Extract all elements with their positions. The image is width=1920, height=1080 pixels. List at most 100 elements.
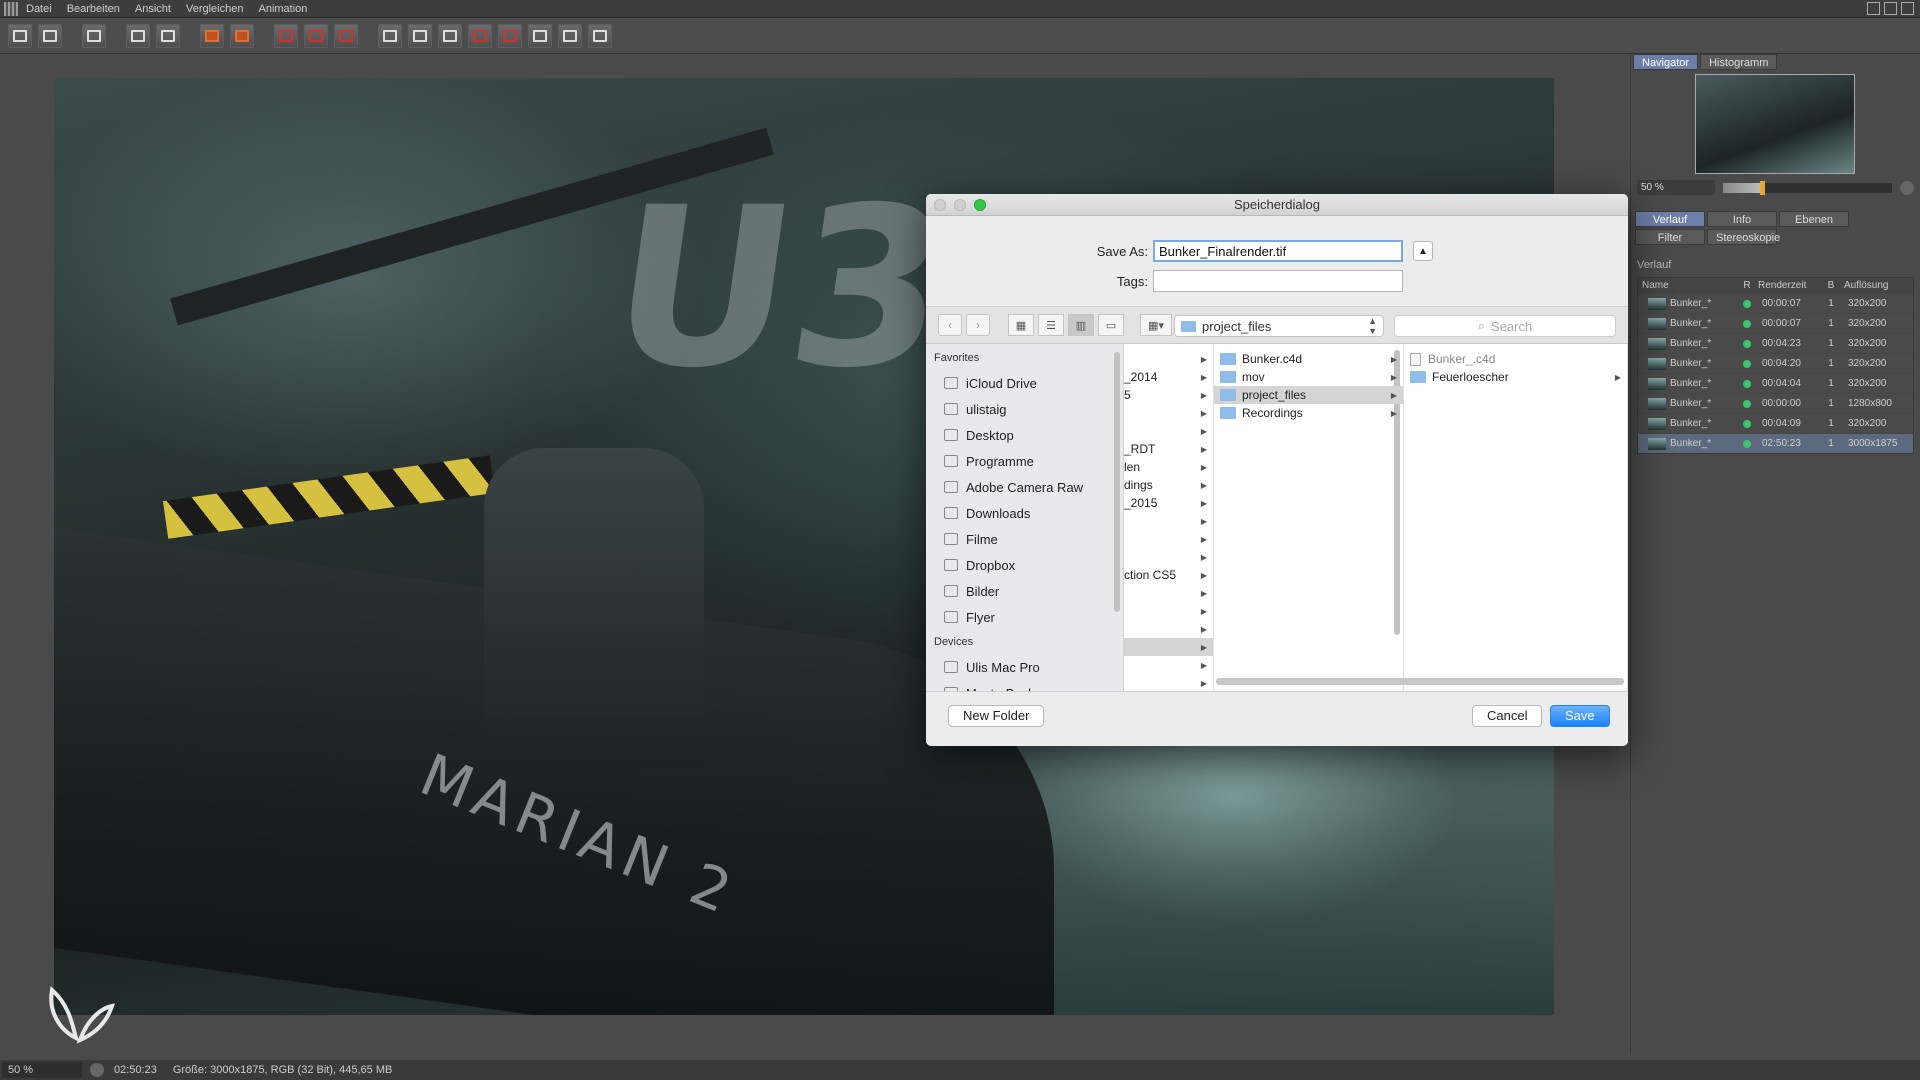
folder-item[interactable]: Bunker.c4d ▶ [1214, 350, 1403, 368]
tab-info[interactable]: Info [1707, 211, 1777, 227]
sidebar-item-flyer[interactable]: Flyer [926, 604, 1123, 630]
frame-button[interactable] [274, 23, 298, 48]
sidebar-item-icloud-drive[interactable]: iCloud Drive [926, 370, 1123, 396]
table-row[interactable]: Bunker_* 00:00:07 1 320x200 [1638, 293, 1913, 313]
save-button[interactable] [38, 23, 62, 48]
window-restore-icon[interactable] [1884, 2, 1897, 15]
table-row[interactable]: Bunker_* 00:04:20 1 320x200 [1638, 353, 1913, 373]
window-zoom-button[interactable] [974, 199, 986, 211]
grid-move-button[interactable] [126, 23, 150, 48]
list-item[interactable]: len ▶ [1124, 458, 1213, 476]
expand-dialog-button[interactable]: ▲ [1413, 241, 1433, 261]
status-zoom-select[interactable]: 50 % [2, 1062, 82, 1078]
zoom-slider-thumb[interactable] [1760, 180, 1766, 195]
sidebar-scrollbar[interactable] [1114, 352, 1120, 612]
panel-toggle-icon[interactable] [1867, 2, 1880, 15]
view-columns-button[interactable]: ▥ [1068, 314, 1094, 336]
col-header-name[interactable]: Name [1638, 278, 1740, 293]
split-view-third-button[interactable] [588, 23, 612, 48]
save-as-input[interactable] [1153, 240, 1403, 262]
list-item[interactable]: ▶ [1124, 602, 1213, 620]
layers-alt-button[interactable] [230, 23, 254, 48]
col-header-r[interactable]: R [1740, 278, 1754, 293]
tab-ebenen[interactable]: Ebenen [1779, 211, 1849, 227]
folder-item[interactable]: project_files ▶ [1214, 386, 1403, 404]
tags-input[interactable] [1153, 270, 1403, 292]
table-row[interactable]: Bunker_* 00:04:04 1 320x200 [1638, 373, 1913, 393]
new-folder-button[interactable]: New Folder [948, 705, 1045, 727]
save-dialog-button[interactable]: Save [1550, 705, 1610, 727]
list-item[interactable]: ▶ [1124, 422, 1213, 440]
compare-alt-button[interactable] [438, 23, 462, 48]
tab-navigator[interactable]: Navigator [1633, 54, 1699, 70]
play-icon[interactable] [90, 1063, 104, 1077]
list-item[interactable]: ▶ [1124, 530, 1213, 548]
frame-record-button[interactable] [334, 23, 358, 48]
list-item[interactable]: ▶ [1124, 656, 1213, 674]
list-item[interactable]: ▶ [1124, 548, 1213, 566]
list-item[interactable]: ▶ [1124, 350, 1213, 368]
list-item[interactable]: 5 ▶ [1124, 386, 1213, 404]
col-header-b[interactable]: B [1822, 278, 1840, 293]
table-row[interactable]: Bunker_* 00:00:07 1 320x200 [1638, 313, 1913, 333]
sidebar-item-filme[interactable]: Filme [926, 526, 1123, 552]
compare-split-button[interactable] [408, 23, 432, 48]
sidebar-item-masterbackup[interactable]: MasterBackup [926, 680, 1123, 691]
compare-ab-button[interactable] [378, 23, 402, 48]
tab-verlauf[interactable]: Verlauf [1635, 211, 1705, 227]
app-icon[interactable] [4, 1, 18, 16]
list-item[interactable]: ▶ [1124, 512, 1213, 530]
split-view-button[interactable] [528, 23, 552, 48]
menu-animation[interactable]: Animation [258, 3, 307, 15]
list-item[interactable]: dings ▶ [1124, 476, 1213, 494]
search-field[interactable]: ⌕ Search [1394, 315, 1616, 337]
tab-stereoskopie[interactable]: Stereoskopie [1707, 229, 1780, 245]
navigator-zoom-slider[interactable] [1723, 180, 1892, 195]
split-view-alt-button[interactable] [558, 23, 582, 48]
list-item[interactable]: ▶ [1124, 620, 1213, 638]
folder-item[interactable]: Recordings ▶ [1214, 404, 1403, 422]
window-minimize-button[interactable] [954, 199, 966, 211]
folder-item[interactable]: Feuerloescher ▶ [1404, 368, 1627, 386]
tab-filter[interactable]: Filter [1635, 229, 1705, 245]
table-row[interactable]: Bunker_* 02:50:23 1 3000x1875 [1638, 433, 1913, 453]
navigator-zoom-value[interactable]: 50 % [1637, 180, 1715, 195]
window-expand-icon[interactable] [1901, 2, 1914, 15]
list-item[interactable]: ▶ [1124, 584, 1213, 602]
arrange-button[interactable]: ▦▾ [1140, 314, 1172, 336]
view-coverflow-button[interactable]: ▭ [1098, 314, 1124, 336]
frame-alt-button[interactable] [304, 23, 328, 48]
sidebar-item-downloads[interactable]: Downloads [926, 500, 1123, 526]
sidebar-item-adobe-camera-raw[interactable]: Adobe Camera Raw [926, 474, 1123, 500]
file-item[interactable]: Bunker_.c4d [1404, 350, 1627, 368]
horizontal-scrollbar[interactable] [1216, 678, 1624, 685]
folder-item[interactable]: mov ▶ [1214, 368, 1403, 386]
select-b-button[interactable] [498, 23, 522, 48]
grid-button[interactable] [82, 23, 106, 48]
sidebar-item-ulistaig[interactable]: ulistaig [926, 396, 1123, 422]
sidebar-item-bilder[interactable]: Bilder [926, 578, 1123, 604]
list-item[interactable]: ▶ [1124, 674, 1213, 692]
col-header-aufloesung[interactable]: Auflösung [1840, 278, 1913, 293]
table-row[interactable]: Bunker_* 00:04:09 1 320x200 [1638, 413, 1913, 433]
sidebar-item-desktop[interactable]: Desktop [926, 422, 1123, 448]
zoom-reset-button[interactable] [1900, 180, 1914, 195]
table-row[interactable]: Bunker_* 00:04:23 1 320x200 [1638, 333, 1913, 353]
list-item[interactable]: _2015 ▶ [1124, 494, 1213, 512]
list-item[interactable]: _2014 ▶ [1124, 368, 1213, 386]
table-row[interactable]: Bunker_* 00:00:00 1 1280x800 [1638, 393, 1913, 413]
menu-vergleichen[interactable]: Vergleichen [186, 3, 244, 15]
view-list-button[interactable]: ☰ [1038, 314, 1064, 336]
select-a-button[interactable] [468, 23, 492, 48]
open-file-button[interactable] [8, 23, 32, 48]
back-button[interactable]: ‹ [938, 314, 962, 336]
list-item[interactable]: _RDT ▶ [1124, 440, 1213, 458]
list-item[interactable]: ction CS5 ▶ [1124, 566, 1213, 584]
menu-ansicht[interactable]: Ansicht [135, 3, 171, 15]
sidebar-item-programme[interactable]: Programme [926, 448, 1123, 474]
menu-datei[interactable]: Datei [26, 3, 52, 15]
window-close-button[interactable] [934, 199, 946, 211]
path-select[interactable]: project_files ▲ ▼ [1174, 315, 1384, 337]
menu-bearbeiten[interactable]: Bearbeiten [67, 3, 120, 15]
list-item[interactable]: ▶ [1124, 404, 1213, 422]
